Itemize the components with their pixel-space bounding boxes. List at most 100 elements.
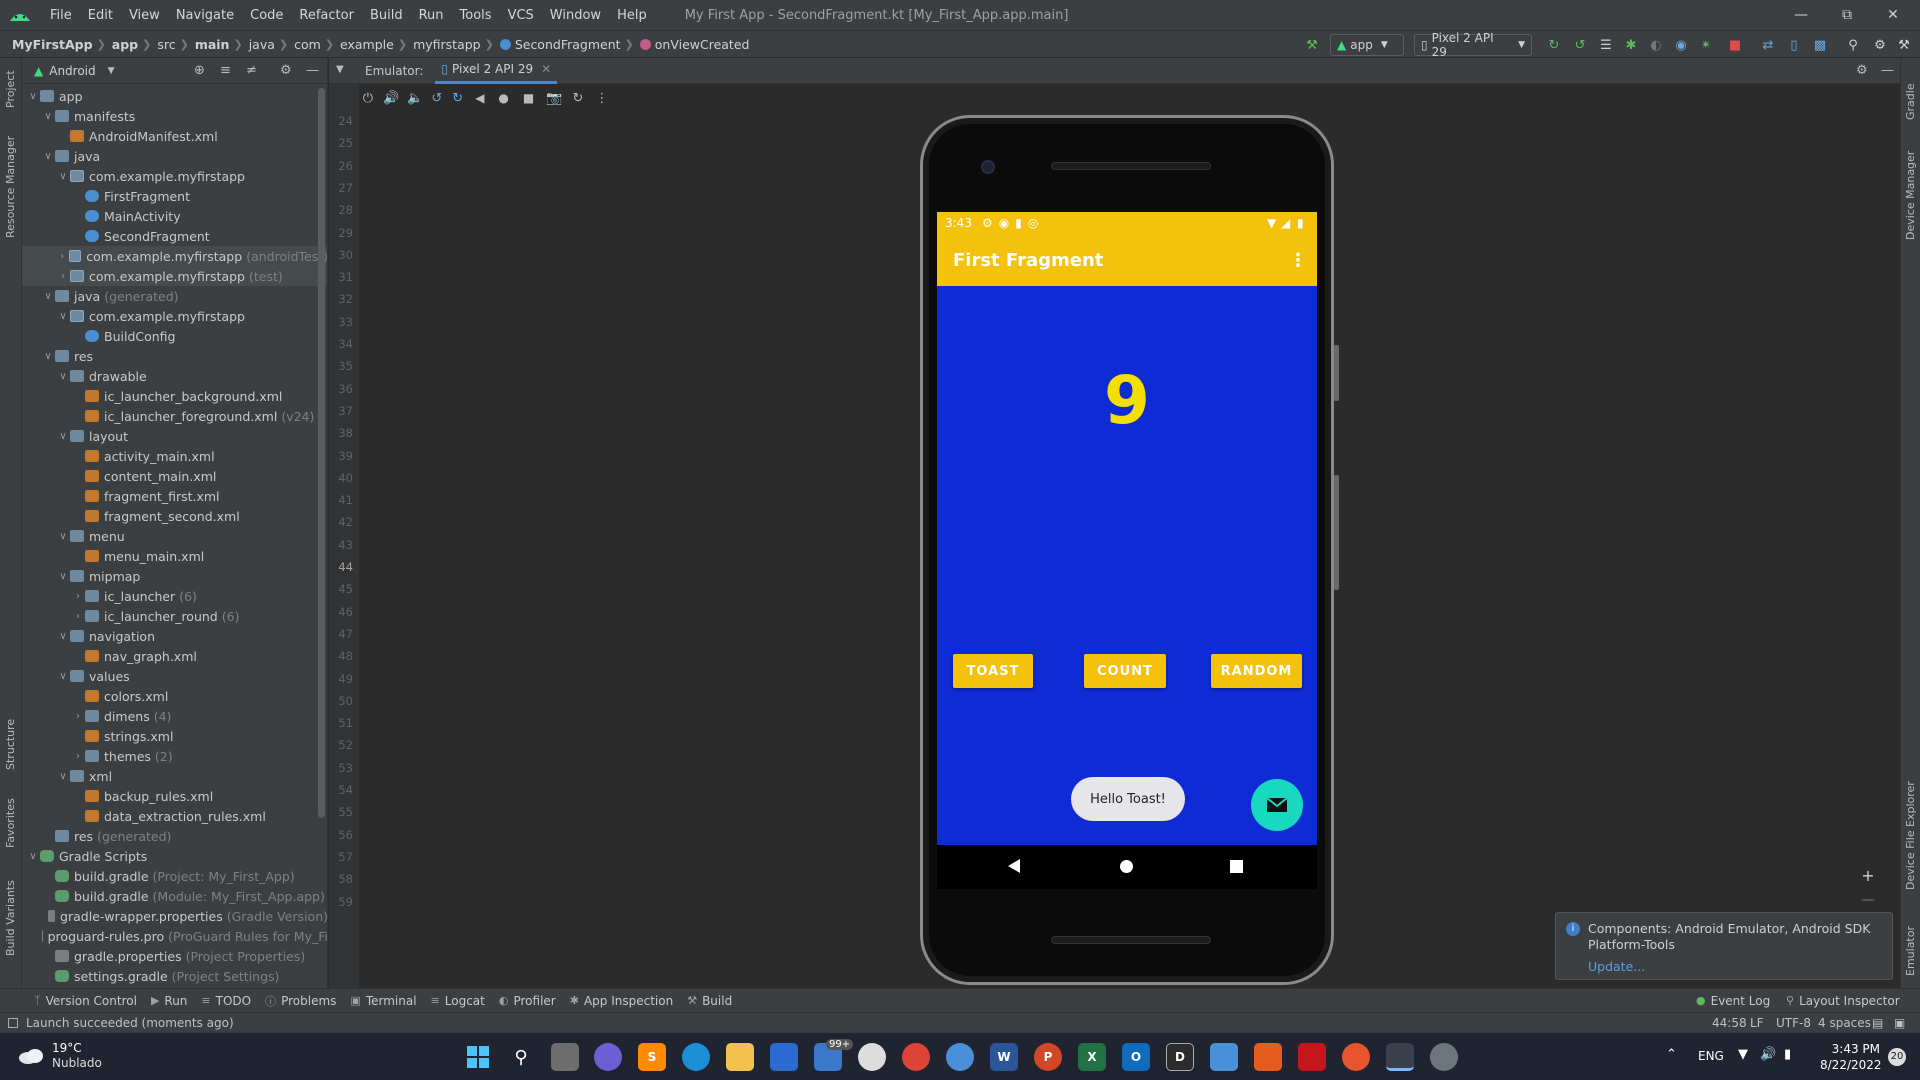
tree-item[interactable]: ∨ xml	[22, 766, 327, 786]
sublime-text-icon[interactable]: S	[638, 1043, 666, 1071]
tree-item[interactable]: fragment_second.xml	[22, 506, 327, 526]
tree-item[interactable]: settings.gradle (Project Settings)	[22, 966, 327, 986]
snapshot-icon[interactable]: ↻	[572, 91, 583, 106]
run-tests-icon[interactable]: ✴	[1696, 35, 1716, 55]
apply-code-changes-icon[interactable]: ↺	[1570, 35, 1590, 55]
tree-item[interactable]: data_extraction_rules.xml	[22, 806, 327, 826]
run-tool[interactable]: ▶ Run	[151, 994, 187, 1008]
phone-power-key[interactable]	[1334, 345, 1339, 401]
tree-item[interactable]: colors.xml	[22, 686, 327, 706]
tree-item[interactable]: activity_main.xml	[22, 446, 327, 466]
resource-manager-tool-tab[interactable]: Resource Manager	[4, 136, 17, 238]
powerpoint-icon[interactable]: P	[1034, 1043, 1062, 1071]
emulator-taskbar-icon[interactable]	[1430, 1043, 1458, 1071]
volume-icon[interactable]: 🔊	[1760, 1047, 1776, 1062]
tree-scrollbar[interactable]	[318, 88, 325, 818]
teams-chat-icon[interactable]	[594, 1043, 622, 1071]
emulator-tab[interactable]: ▯ Pixel 2 API 29 ✕	[435, 58, 558, 84]
phone-volume-key[interactable]	[1334, 475, 1339, 590]
tree-item[interactable]: strings.xml	[22, 726, 327, 746]
chevron-right-icon[interactable]: ›	[71, 751, 85, 762]
search-icon[interactable]: ⚲	[1843, 35, 1863, 55]
lock-icon[interactable]: ▤	[1872, 1016, 1883, 1030]
tree-item[interactable]: ic_launcher_background.xml	[22, 386, 327, 406]
tree-item[interactable]: › dimens (4)	[22, 706, 327, 726]
language-indicator[interactable]: ENG	[1698, 1049, 1724, 1063]
update-link[interactable]: Update...	[1588, 959, 1882, 974]
settings-gear-icon[interactable]: ⚙	[1870, 35, 1890, 55]
overview-icon[interactable]: ■	[523, 91, 534, 105]
nav-back-icon[interactable]	[1007, 858, 1021, 874]
run-config-select[interactable]: ▲ app ▼	[1330, 34, 1404, 56]
chevron-down-icon[interactable]: ∨	[26, 851, 40, 862]
file-encoding[interactable]: UTF-8	[1776, 1016, 1811, 1030]
toast-button[interactable]: TOAST	[953, 654, 1033, 688]
nav-overview-icon[interactable]	[1230, 860, 1243, 873]
settings-app-icon[interactable]	[946, 1043, 974, 1071]
restore-button[interactable]: ⧉	[1824, 0, 1870, 30]
maps-pin-icon[interactable]	[1342, 1043, 1370, 1071]
search-taskbar-icon[interactable]: ⚲	[507, 1043, 535, 1071]
tree-item[interactable]: res (generated)	[22, 826, 327, 846]
breadcrumb-java[interactable]: java	[249, 37, 275, 52]
mail-fab-button[interactable]	[1251, 779, 1303, 831]
chevron-down-icon[interactable]: ∨	[56, 571, 70, 582]
favorites-tool-tab[interactable]: Favorites	[4, 798, 17, 848]
problems-tool[interactable]: ⓘ Problems	[265, 993, 336, 1009]
matlab-icon[interactable]	[1254, 1043, 1282, 1071]
menu-run[interactable]: Run	[411, 8, 452, 23]
android-studio-taskbar-icon[interactable]	[1386, 1043, 1414, 1071]
chevron-down-icon[interactable]: ∨	[41, 151, 55, 162]
tree-item[interactable]: ic_launcher_foreground.xml (v24)	[22, 406, 327, 426]
memory-icon[interactable]: ▣	[1894, 1016, 1905, 1030]
chevron-right-icon[interactable]: ›	[56, 251, 69, 262]
close-tab-icon[interactable]: ✕	[541, 62, 551, 76]
chevron-down-icon[interactable]: ∨	[56, 771, 70, 782]
line-separator[interactable]: LF	[1750, 1016, 1764, 1030]
app-inspection-tool[interactable]: ✱ App Inspection	[570, 994, 673, 1008]
menu-file[interactable]: File	[42, 8, 80, 23]
volume-down-icon[interactable]: 🔈	[407, 91, 423, 106]
tree-item[interactable]: › ic_launcher_round (6)	[22, 606, 327, 626]
outlook-icon[interactable]: O	[1122, 1043, 1150, 1071]
device-manager-tool-tab[interactable]: Device Manager	[1904, 151, 1917, 240]
tree-item[interactable]: ∨ manifests	[22, 106, 327, 126]
emulator-tool-tab[interactable]: Emulator	[1904, 926, 1917, 976]
chevron-right-icon[interactable]: ›	[71, 611, 85, 622]
chevron-down-icon[interactable]: ∨	[26, 91, 40, 102]
profiler-tool[interactable]: ◐ Profiler	[499, 994, 556, 1008]
show-hidden-icons[interactable]: ⌃	[1666, 1047, 1677, 1062]
build-tool[interactable]: ⚒ Build	[687, 994, 732, 1008]
attach-debugger-icon[interactable]: ◉	[1671, 35, 1691, 55]
menu-refactor[interactable]: Refactor	[291, 8, 362, 23]
caret-position[interactable]: 44:58	[1712, 1016, 1747, 1030]
menu-vcs[interactable]: VCS	[500, 8, 542, 23]
tree-item[interactable]: SecondFragment	[22, 226, 327, 246]
acrobat-icon[interactable]	[1298, 1043, 1326, 1071]
hammer-build-icon[interactable]: ⚒	[1302, 35, 1322, 55]
store-icon[interactable]	[770, 1043, 798, 1071]
rotate-right-icon[interactable]: ↻	[452, 91, 463, 106]
chevron-right-icon[interactable]: ›	[56, 271, 70, 282]
apply-changes-restart-icon[interactable]: ↻	[1544, 35, 1564, 55]
menu-view[interactable]: View	[121, 8, 168, 23]
count-button[interactable]: COUNT	[1084, 654, 1166, 688]
tree-item[interactable]: ∨ Gradle Scripts	[22, 846, 327, 866]
gradle-tool-tab[interactable]: Gradle	[1904, 83, 1917, 120]
power-icon[interactable]: ⏻	[363, 91, 373, 106]
todo-tool[interactable]: ≡ TODO	[201, 994, 251, 1008]
tree-item[interactable]: ∨ menu	[22, 526, 327, 546]
tree-item[interactable]: MainActivity	[22, 206, 327, 226]
screenshot-icon[interactable]: 📷	[546, 91, 562, 106]
chevron-right-icon[interactable]: ›	[71, 711, 85, 722]
chevron-down-icon[interactable]: ∨	[56, 631, 70, 642]
word-icon[interactable]: W	[990, 1043, 1018, 1071]
structure-tool-tab[interactable]: Structure	[4, 719, 17, 770]
menu-window[interactable]: Window	[542, 8, 609, 23]
tree-item[interactable]: BuildConfig	[22, 326, 327, 346]
rotate-left-icon[interactable]: ↺	[431, 91, 442, 106]
tree-item[interactable]: ∨ app	[22, 86, 327, 106]
chevron-down-icon[interactable]: ∨	[41, 291, 55, 302]
weather-widget[interactable]: 19°C Nublado	[18, 1041, 102, 1071]
sync-gradle-icon[interactable]: ⇄	[1758, 35, 1778, 55]
